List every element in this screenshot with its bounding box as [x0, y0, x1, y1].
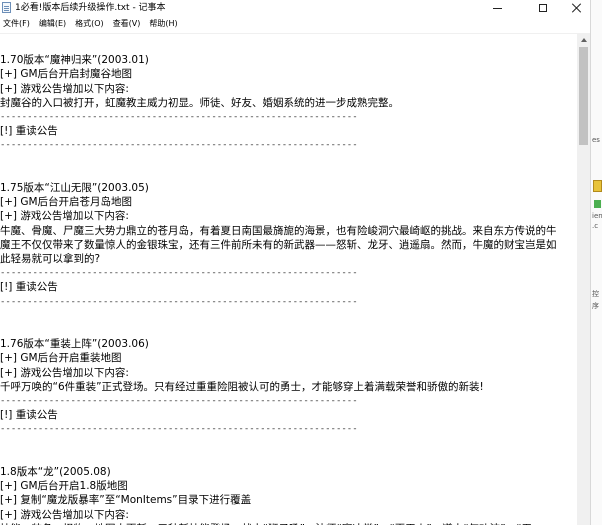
peek-text: ien — [592, 212, 602, 220]
window-title: 1必看!版本后续升级操作.txt - 记事本 — [15, 3, 166, 13]
text-editor[interactable]: 1.70版本“魔神归来”(2003.01) [+] GM后台开启封魔谷地图 [+] … — [0, 33, 577, 525]
scroll-up-button[interactable] — [577, 33, 590, 46]
text-line: [+] 游戏公告增加以下内容: — [0, 366, 129, 379]
text-line: 1.70版本“魔神归来”(2003.01) — [0, 54, 149, 67]
peek-text: 序 — [592, 302, 599, 310]
menu-view[interactable]: 查看(V) — [108, 16, 145, 32]
text-line: [!] 重读公告 — [0, 409, 58, 422]
menu-help[interactable]: 帮助(H) — [144, 16, 181, 32]
text-line: [!] 重读公告 — [0, 281, 58, 294]
minimize-button[interactable] — [474, 0, 520, 16]
peek-text: .c — [592, 222, 599, 230]
arrow-up-icon — [580, 37, 587, 42]
text-line: ----------------------------------------… — [0, 424, 358, 435]
menu-format[interactable]: 格式(O) — [70, 16, 108, 32]
text-line: 千呼万唤的“6件重装”正式登场。只有经过重重险阻被认可的勇士，才能够穿上着满载荣… — [0, 380, 484, 393]
notepad-icon — [2, 2, 11, 13]
folder-icon — [593, 180, 602, 192]
text-line: [+] 游戏公告增加以下内容: — [0, 210, 129, 223]
peek-text: 控 — [592, 290, 599, 298]
text-line — [0, 167, 577, 181]
text-line: [+] 游戏公告增加以下内容: — [0, 508, 129, 521]
text-line: 此轻易就可以拿到的? — [0, 253, 101, 265]
text-line: 1.75版本“江山无限”(2003.05) — [0, 182, 149, 194]
text-line: 1.8版本“龙”(2005.08) — [0, 466, 111, 478]
text-line: ----------------------------------------… — [0, 296, 358, 307]
menu-edit[interactable]: 编辑(E) — [34, 16, 70, 32]
close-icon — [572, 3, 582, 13]
text-line: ----------------------------------------… — [0, 268, 358, 279]
text-line: [+] 复制“魔龙版暴率”至“MonItems”目录下进行覆盖 — [0, 494, 252, 507]
text-line: 封魔谷的入口被打开，虹魔教主威力初显。师徒、好友、婚姻系统的进一步成熟完整。 — [0, 96, 399, 109]
text-line: ----------------------------------------… — [0, 112, 358, 122]
text-line: ----------------------------------------… — [0, 140, 358, 151]
text-line — [0, 309, 577, 323]
maximize-button[interactable] — [520, 0, 566, 16]
text-line: ----------------------------------------… — [0, 396, 358, 406]
notepad-window: 1必看!版本后续升级操作.txt - 记事本 文件(F) 编辑(E) 格式(O)… — [0, 0, 590, 525]
text-line: [+] GM后台开启封魔谷地图 — [0, 68, 133, 81]
menu-bar: 文件(F) 编辑(E) 格式(O) 查看(V) 帮助(H) — [0, 16, 590, 32]
text-line — [0, 39, 577, 53]
app-icon — [594, 200, 601, 208]
text-line: [+] GM后台开启苍月岛地图 — [0, 196, 133, 209]
title-bar[interactable]: 1必看!版本后续升级操作.txt - 记事本 — [0, 0, 590, 16]
text-line — [0, 323, 577, 337]
text-line: [+] GM后台开启1.8版地图 — [0, 480, 128, 493]
text-line — [0, 437, 577, 451]
scroll-thumb[interactable] — [579, 47, 588, 145]
text-line — [0, 451, 577, 465]
menu-file[interactable]: 文件(F) — [0, 16, 34, 32]
maximize-icon — [539, 4, 547, 12]
minimize-icon — [492, 7, 502, 9]
text-line: 魔王不仅仅带来了数量惊人的金银珠宝，还有三件前所未有的新武器——怒斩、龙牙、逍遥… — [0, 238, 557, 251]
text-line: 牛魔、骨魔、尸魔三大势力鼎立的苍月岛，有着夏日南国最旖旎的海景，也有险峻洞穴最崎… — [0, 224, 557, 237]
background-window-edge: es ien .c 控序 — [590, 0, 602, 525]
text-line: [!] 重读公告 — [0, 125, 58, 138]
text-line: 1.76版本“重装上阵”(2003.06) — [0, 338, 149, 351]
text-line — [0, 153, 577, 167]
text-line: [+] GM后台开启重装地图 — [0, 352, 122, 365]
vertical-scrollbar[interactable] — [577, 33, 590, 525]
peek-text: es — [592, 136, 600, 144]
close-button[interactable] — [563, 0, 590, 16]
text-line: [+] 游戏公告增加以下内容: — [0, 82, 129, 95]
